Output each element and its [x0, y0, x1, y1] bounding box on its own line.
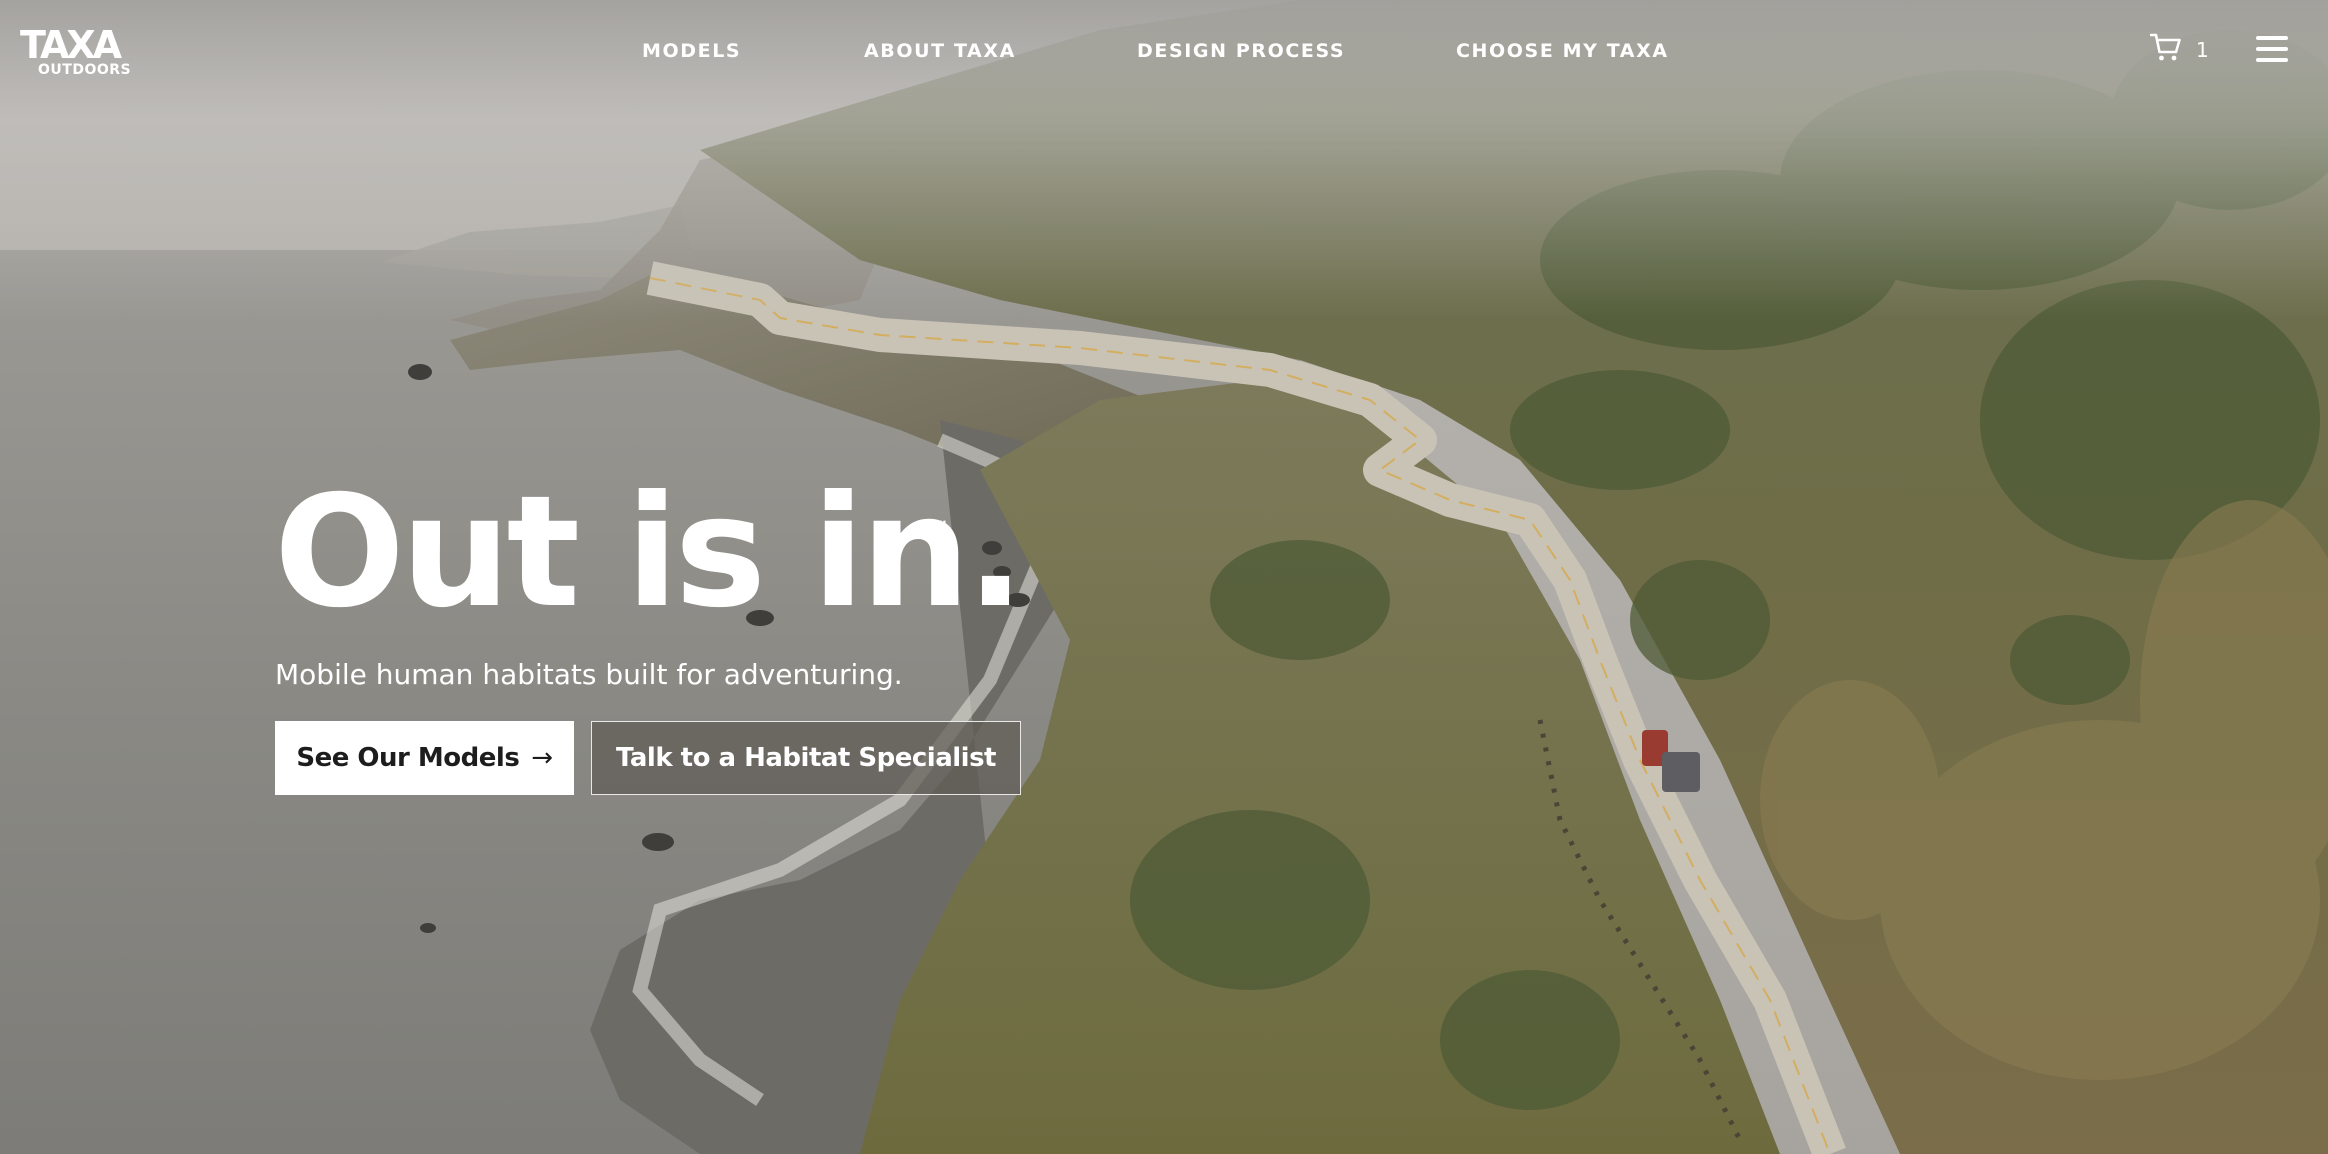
hamburger-menu-icon[interactable] — [2256, 36, 2288, 66]
see-our-models-label: See Our Models — [296, 743, 520, 773]
arrow-right-icon: → — [531, 743, 553, 773]
logo-subtitle: OUTDOORS — [38, 62, 132, 78]
cart-button[interactable]: 1 — [2149, 32, 2209, 67]
hero-subtitle: Mobile human habitats built for adventur… — [275, 658, 903, 691]
nav-design-process[interactable]: DESIGN PROCESS — [1137, 40, 1345, 62]
cart-icon — [2149, 32, 2182, 67]
nav-about-taxa[interactable]: ABOUT TAXA — [864, 40, 1016, 62]
see-our-models-button[interactable]: See Our Models → — [275, 721, 574, 795]
cart-count: 1 — [2196, 37, 2209, 62]
trademark-symbol: ™ — [932, 518, 949, 538]
talk-to-specialist-label: Talk to a Habitat Specialist — [616, 743, 996, 773]
nav-choose-my-taxa[interactable]: CHOOSE MY TAXA — [1456, 40, 1669, 62]
nav-models[interactable]: MODELS — [642, 40, 741, 62]
site-header: TAXA OUTDOORS MODELS ABOUT TAXA DESIGN P… — [0, 0, 2328, 106]
talk-to-habitat-specialist-button[interactable]: Talk to a Habitat Specialist — [591, 721, 1021, 795]
taxa-outdoors-logo[interactable]: TAXA OUTDOORS — [20, 26, 136, 82]
hero-title: Out is in. — [274, 463, 1025, 642]
logo-wordmark: TAXA — [20, 23, 122, 67]
